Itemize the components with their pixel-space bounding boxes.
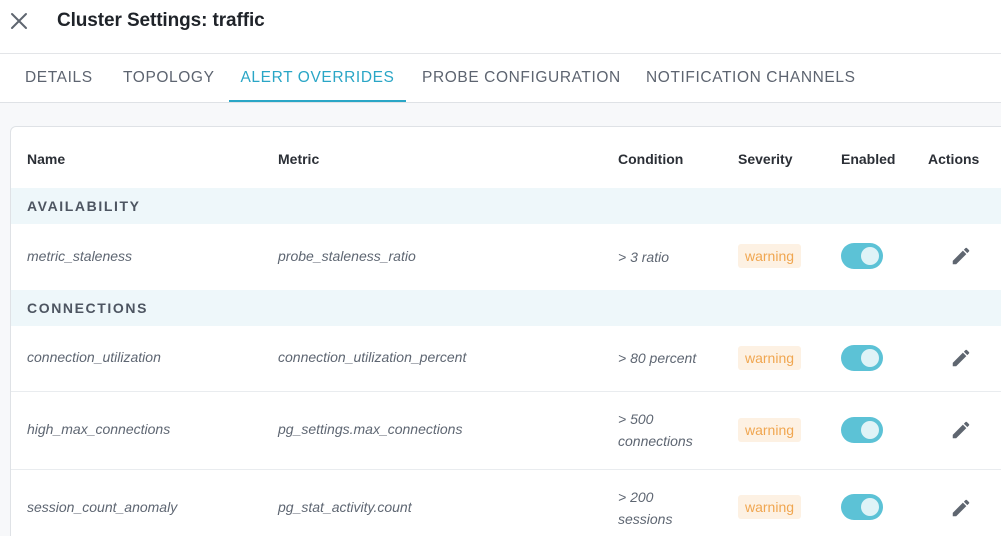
toggle-knob <box>861 349 879 367</box>
severity-badge: warning <box>738 346 802 370</box>
row-name: high_max_connections <box>27 421 171 437</box>
dialog-header: Cluster Settings: traffic <box>0 0 1001 54</box>
toggle-knob <box>861 247 879 265</box>
close-button[interactable] <box>8 10 30 32</box>
severity-badge: warning <box>738 244 802 268</box>
column-header-severity[interactable]: Severity <box>738 151 792 167</box>
enabled-toggle[interactable] <box>841 345 883 371</box>
group-row-connections: CONNECTIONS <box>11 290 1001 326</box>
tab-topology[interactable]: TOPOLOGY <box>123 54 215 102</box>
row-condition: > 500 connections <box>618 411 693 449</box>
edit-button[interactable] <box>950 419 972 441</box>
group-row-availability: AVAILABILITY <box>11 188 1001 224</box>
row-metric: pg_settings.max_connections <box>278 421 463 437</box>
severity-badge: warning <box>738 495 802 519</box>
row-name: session_count_anomaly <box>27 499 178 515</box>
pencil-icon <box>952 247 970 265</box>
close-icon <box>11 13 27 29</box>
tab-details[interactable]: DETAILS <box>25 54 93 102</box>
group-label: CONNECTIONS <box>27 300 149 316</box>
row-name: metric_staleness <box>27 248 133 264</box>
edit-button[interactable] <box>950 347 972 369</box>
column-header-condition[interactable]: Condition <box>618 151 683 167</box>
row-condition: > 3 ratio <box>618 249 669 265</box>
tab-alert-overrides[interactable]: ALERT OVERRIDES <box>229 54 406 102</box>
row-condition: > 80 percent <box>618 350 697 366</box>
pencil-icon <box>952 499 970 517</box>
column-header-actions: Actions <box>928 151 980 167</box>
toggle-knob <box>861 421 879 439</box>
tab-probe-configuration[interactable]: PROBE CONFIGURATION <box>422 54 621 102</box>
pencil-icon <box>952 421 970 439</box>
tab-bar: DETAILS TOPOLOGY ALERT OVERRIDES PROBE C… <box>0 54 1001 103</box>
toggle-knob <box>861 498 879 516</box>
column-header-name[interactable]: Name <box>27 151 65 167</box>
row-name: connection_utilization <box>27 349 161 365</box>
group-label: AVAILABILITY <box>27 198 141 214</box>
severity-badge: warning <box>738 418 802 442</box>
tab-notification-channels[interactable]: NOTIFICATION CHANNELS <box>646 54 856 102</box>
column-header-enabled[interactable]: Enabled <box>841 151 895 167</box>
row-metric: probe_staleness_ratio <box>278 248 416 264</box>
row-divider <box>11 469 1001 470</box>
row-metric: pg_stat_activity.count <box>278 499 412 515</box>
page-title: Cluster Settings: traffic <box>57 10 265 31</box>
enabled-toggle[interactable] <box>841 243 883 269</box>
enabled-toggle[interactable] <box>841 494 883 520</box>
enabled-toggle[interactable] <box>841 417 883 443</box>
row-metric: connection_utilization_percent <box>278 349 467 365</box>
column-header-metric[interactable]: Metric <box>278 151 319 167</box>
pencil-icon <box>952 349 970 367</box>
row-condition: > 200 sessions <box>618 489 673 527</box>
active-tab-indicator <box>229 100 406 102</box>
alert-overrides-table: Name Metric Condition Severity Enabled A… <box>10 126 1001 536</box>
edit-button[interactable] <box>950 497 972 519</box>
row-divider <box>11 391 1001 392</box>
edit-button[interactable] <box>950 245 972 267</box>
